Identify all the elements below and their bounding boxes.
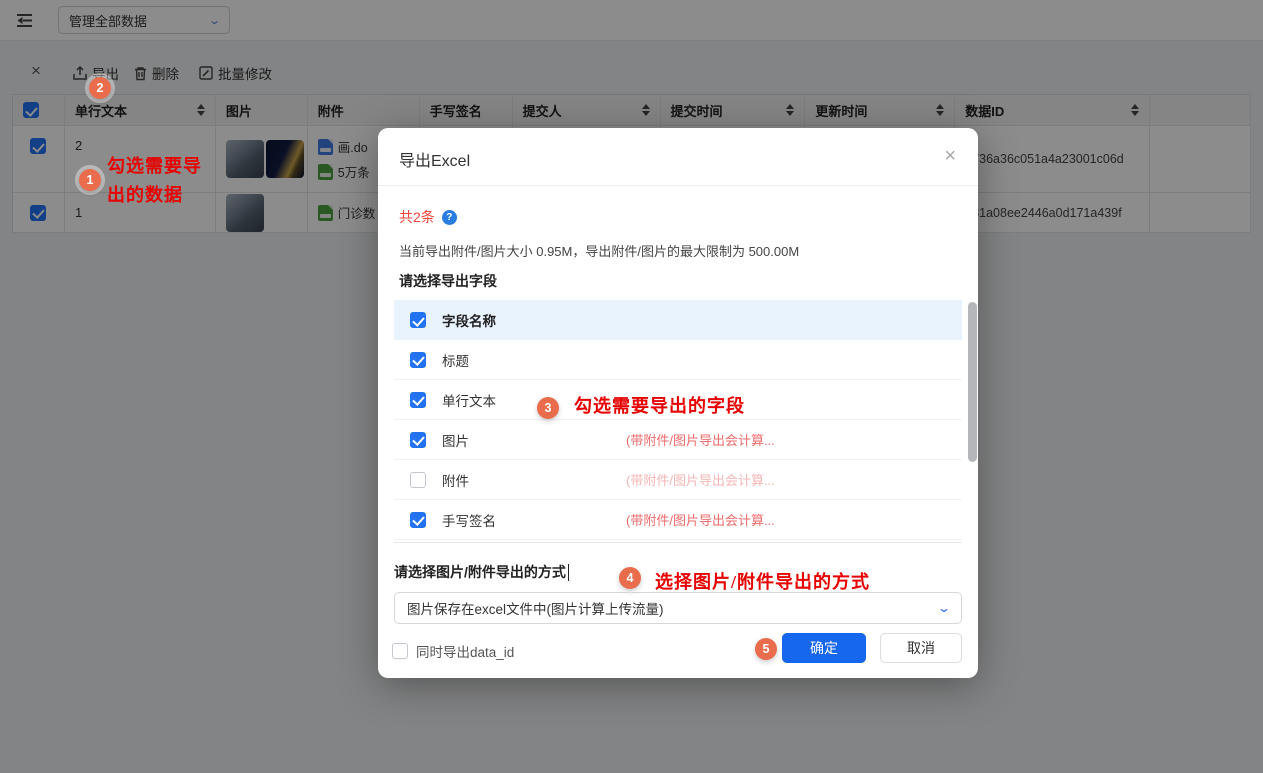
- field-checkbox[interactable]: [410, 432, 426, 448]
- field-checkbox[interactable]: [410, 512, 426, 528]
- step-badge-1: 1: [79, 169, 101, 191]
- field-checkbox[interactable]: [410, 392, 426, 408]
- record-count: 共2条 ?: [399, 207, 457, 227]
- export-data-id-option[interactable]: 同时导出data_id: [392, 641, 514, 661]
- list-scrollbar-thumb[interactable]: [968, 302, 977, 462]
- export-mode-label: 请选择图片/附件导出的方式: [394, 562, 569, 582]
- field-name: 手写签名: [442, 510, 582, 530]
- field-name: 字段名称: [442, 310, 582, 330]
- field-row[interactable]: 手写签名 (带附件/图片导出会计算...: [394, 500, 962, 540]
- record-count-text: 共2条: [399, 207, 435, 227]
- cancel-button[interactable]: 取消: [880, 633, 962, 663]
- field-row[interactable]: 图片 (带附件/图片导出会计算...: [394, 420, 962, 460]
- field-row[interactable]: 标题: [394, 340, 962, 380]
- step-badge-3: 3: [537, 397, 559, 419]
- annotation-step-3: 勾选需要导出的字段: [574, 392, 745, 418]
- field-name: 单行文本: [442, 390, 582, 410]
- field-name: 附件: [442, 470, 582, 490]
- close-icon[interactable]: ×: [944, 145, 956, 168]
- help-icon[interactable]: ?: [442, 210, 457, 225]
- field-row-header[interactable]: 字段名称: [394, 300, 962, 340]
- annotation-step-4: 选择图片/附件导出的方式: [655, 568, 870, 594]
- field-checkbox[interactable]: [410, 472, 426, 488]
- annotation-step-1: 勾选需要导 出的数据: [107, 152, 202, 210]
- step-badge-5: 5: [755, 638, 777, 660]
- modal-title: 导出Excel: [399, 147, 470, 171]
- field-name: 图片: [442, 430, 582, 450]
- export-mode-select[interactable]: 图片保存在excel文件中(图片计算上传流量) ⌄: [394, 592, 962, 624]
- field-checkbox[interactable]: [410, 312, 426, 328]
- text-cursor: [568, 564, 570, 581]
- modal-header: 导出Excel ×: [378, 128, 978, 186]
- data-id-checkbox-label: 同时导出data_id: [416, 641, 514, 661]
- field-name: 标题: [442, 350, 582, 370]
- field-note: (带附件/图片导出会计算...: [626, 430, 775, 449]
- chevron-down-icon: ⌄: [937, 601, 951, 615]
- field-note: (带附件/图片导出会计算...: [626, 470, 775, 489]
- field-note: (带附件/图片导出会计算...: [626, 510, 775, 529]
- step-badge-4: 4: [619, 567, 641, 589]
- size-info-text: 当前导出附件/图片大小 0.95M，导出附件/图片的最大限制为 500.00M: [399, 241, 799, 260]
- confirm-button[interactable]: 确定: [782, 633, 866, 663]
- export-mode-select-value: 图片保存在excel文件中(图片计算上传流量): [407, 598, 664, 618]
- field-row[interactable]: 附件 (带附件/图片导出会计算...: [394, 460, 962, 500]
- field-checkbox[interactable]: [410, 352, 426, 368]
- data-id-checkbox[interactable]: [392, 643, 408, 659]
- export-fields-list: 字段名称 标题 单行文本 图片 (带附件/图片导出会计算... 附件 (带附件/…: [394, 300, 962, 543]
- step-badge-2: 2: [89, 77, 111, 99]
- fields-section-label: 请选择导出字段: [399, 271, 497, 291]
